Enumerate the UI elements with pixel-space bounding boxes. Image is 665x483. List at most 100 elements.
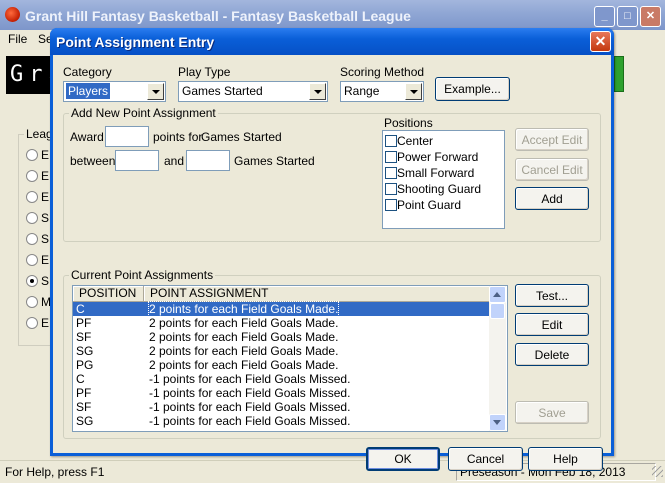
column-point-assignment[interactable]: POINT ASSIGNMENT bbox=[144, 286, 490, 302]
league-radio[interactable] bbox=[26, 275, 38, 287]
league-radio-label: S bbox=[41, 274, 50, 288]
scroll-down-icon[interactable] bbox=[489, 414, 506, 431]
cell-position: PF bbox=[76, 316, 92, 330]
table-row[interactable]: PF -1 points for each Field Goals Missed. bbox=[73, 386, 489, 400]
scoring-method-select[interactable]: Range bbox=[340, 81, 424, 102]
table-row[interactable]: SF 2 points for each Field Goals Made. bbox=[73, 330, 489, 344]
accept-edit-button[interactable]: Accept Edit bbox=[515, 128, 589, 151]
play-type-select[interactable]: Games Started bbox=[178, 81, 328, 102]
add-assignment-group-label: Add New Point Assignment bbox=[69, 106, 218, 120]
scoring-method-value: Range bbox=[344, 84, 380, 98]
assignments-table[interactable]: POSITION POINT ASSIGNMENT C 2 points for … bbox=[72, 285, 508, 432]
league-radio[interactable] bbox=[26, 191, 38, 203]
table-row[interactable]: SG 2 points for each Field Goals Made. bbox=[73, 344, 489, 358]
checkbox-icon[interactable] bbox=[385, 183, 397, 195]
play-type-value: Games Started bbox=[182, 84, 263, 98]
table-row[interactable]: PF 2 points for each Field Goals Made. bbox=[73, 316, 489, 330]
league-radio-label: E bbox=[41, 316, 50, 330]
points-for-label: points for bbox=[153, 130, 203, 144]
current-assignments-label: Current Point Assignments bbox=[69, 268, 216, 282]
delete-button[interactable]: Delete bbox=[515, 343, 589, 366]
category-dropdown-icon[interactable] bbox=[147, 83, 164, 100]
league-radio[interactable] bbox=[26, 149, 38, 161]
scroll-up-icon[interactable] bbox=[489, 286, 506, 303]
cell-position: PG bbox=[76, 358, 94, 372]
cancel-button[interactable]: Cancel bbox=[448, 447, 523, 471]
play-type-label: Play Type bbox=[178, 65, 231, 79]
table-row[interactable]: C -1 points for each Field Goals Missed. bbox=[73, 372, 489, 386]
league-radio[interactable] bbox=[26, 233, 38, 245]
dialog-title-bar[interactable]: Point Assignment Entry ✕ bbox=[50, 28, 614, 55]
position-checkbox-item[interactable]: Power Forward bbox=[385, 149, 497, 165]
ok-button[interactable]: OK bbox=[366, 447, 440, 471]
help-button[interactable]: Help bbox=[528, 447, 603, 471]
and-label: and bbox=[164, 154, 185, 168]
category-select[interactable]: Players bbox=[63, 81, 166, 102]
position-checkbox-item[interactable]: Center bbox=[385, 133, 497, 149]
scroll-thumb[interactable] bbox=[490, 303, 505, 319]
scoring-method-dropdown-icon[interactable] bbox=[405, 83, 422, 100]
range-max-input[interactable] bbox=[186, 150, 230, 171]
league-radio-label: E bbox=[41, 148, 50, 162]
league-radio[interactable] bbox=[26, 254, 38, 266]
main-title-bar[interactable]: Grant Hill Fantasy Basketball - Fantasy … bbox=[0, 0, 665, 30]
award-label: Award bbox=[70, 130, 104, 144]
positions-label: Positions bbox=[384, 116, 433, 130]
cell-point-assignment: -1 points for each Field Goals Missed. bbox=[149, 400, 351, 414]
position-checkbox-item[interactable]: Shooting Guard bbox=[385, 181, 497, 197]
between-label: between bbox=[70, 154, 116, 168]
table-row[interactable]: PG 2 points for each Field Goals Made. bbox=[73, 358, 489, 372]
table-header: POSITION POINT ASSIGNMENT bbox=[73, 286, 490, 302]
cell-position: C bbox=[76, 302, 85, 316]
checkbox-icon[interactable] bbox=[385, 135, 397, 147]
cell-point-assignment: 2 points for each Field Goals Made. bbox=[147, 301, 340, 317]
position-checkbox-label: Center bbox=[397, 134, 434, 148]
save-button[interactable]: Save bbox=[515, 401, 589, 424]
league-radio-label: E bbox=[41, 190, 50, 204]
category-value: Players bbox=[66, 83, 111, 99]
position-checkbox-item[interactable]: Small Forward bbox=[385, 165, 497, 181]
category-label: Category bbox=[63, 65, 112, 79]
league-radio[interactable] bbox=[26, 296, 38, 308]
maximize-icon[interactable]: □ bbox=[617, 6, 638, 27]
scoring-method-label: Scoring Method bbox=[340, 65, 425, 79]
league-radio[interactable] bbox=[26, 212, 38, 224]
table-row[interactable]: C 2 points for each Field Goals Made. bbox=[73, 301, 489, 317]
positions-list[interactable]: Center Power Forward Small Forward Shooting… bbox=[382, 130, 505, 229]
cell-point-assignment: 2 points for each Field Goals Made. bbox=[149, 358, 339, 372]
example-button[interactable]: Example... bbox=[435, 77, 510, 101]
award-points-input[interactable] bbox=[105, 126, 149, 147]
dialog-title: Point Assignment Entry bbox=[56, 34, 215, 50]
cell-point-assignment: -1 points for each Field Goals Missed. bbox=[149, 372, 351, 386]
minimize-icon[interactable]: _ bbox=[594, 6, 615, 27]
cell-point-assignment: -1 points for each Field Goals Missed. bbox=[149, 386, 351, 400]
league-radio[interactable] bbox=[26, 317, 38, 329]
add-button[interactable]: Add bbox=[515, 187, 589, 210]
dialog-close-icon[interactable]: ✕ bbox=[590, 31, 611, 52]
play-type-dropdown-icon[interactable] bbox=[309, 83, 326, 100]
league-radio[interactable] bbox=[26, 170, 38, 182]
test-button[interactable]: Test... bbox=[515, 284, 589, 307]
table-row[interactable]: SG -1 points for each Field Goals Missed. bbox=[73, 414, 489, 428]
cell-position: C bbox=[76, 372, 85, 386]
menu-file[interactable]: File bbox=[8, 32, 27, 46]
position-checkbox-item[interactable]: Point Guard bbox=[385, 197, 497, 213]
checkbox-icon[interactable] bbox=[385, 151, 397, 163]
position-checkbox-label: Small Forward bbox=[397, 166, 475, 180]
green-panel-edge bbox=[614, 56, 624, 92]
position-checkbox-label: Shooting Guard bbox=[397, 182, 482, 196]
edit-button[interactable]: Edit bbox=[515, 313, 589, 336]
checkbox-icon[interactable] bbox=[385, 199, 397, 211]
column-position[interactable]: POSITION bbox=[73, 286, 144, 302]
table-row[interactable]: SF -1 points for each Field Goals Missed. bbox=[73, 400, 489, 414]
resize-grip-icon[interactable] bbox=[652, 466, 663, 477]
range-min-input[interactable] bbox=[115, 150, 159, 171]
cell-position: SG bbox=[76, 344, 94, 358]
checkbox-icon[interactable] bbox=[385, 167, 397, 179]
cancel-edit-button[interactable]: Cancel Edit bbox=[515, 158, 589, 181]
league-radio-label: E bbox=[41, 169, 50, 183]
cell-position: SF bbox=[76, 330, 92, 344]
main-close-icon[interactable]: ✕ bbox=[640, 6, 661, 27]
league-radio-label: S bbox=[41, 211, 50, 225]
table-scrollbar[interactable] bbox=[489, 286, 506, 431]
